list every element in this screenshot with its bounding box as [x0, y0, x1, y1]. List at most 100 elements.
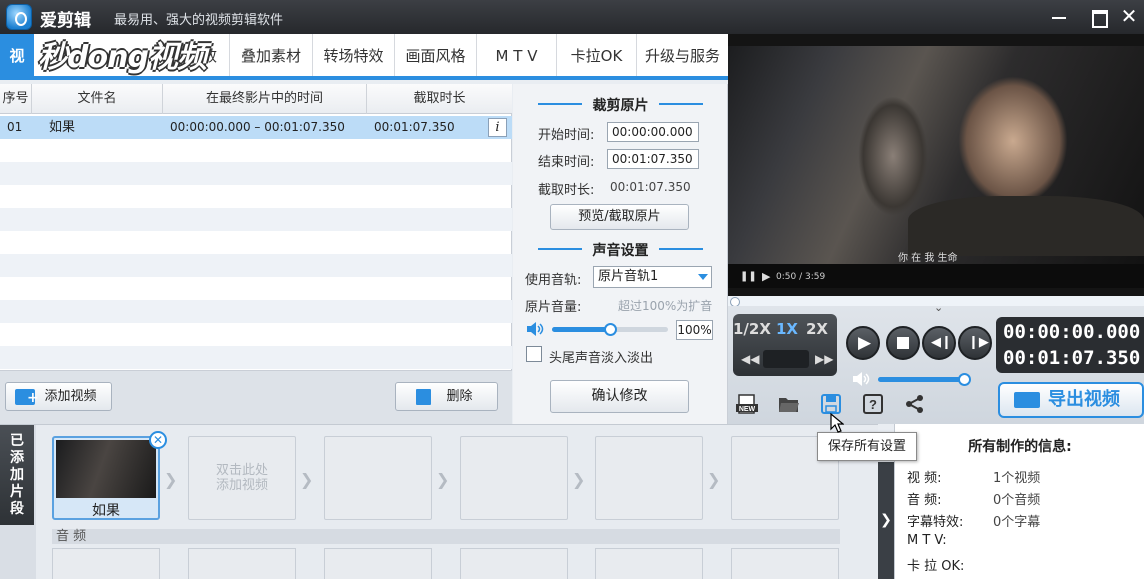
- current-time: 00:00:00.000: [1003, 321, 1141, 343]
- start-time-label: 开始时间:: [538, 128, 595, 143]
- timeline: 已添加片段 如果 ✕ ❯ 双击此处添加视频 ❯ ❯ ❯ ❯ 音 频: [0, 424, 878, 579]
- tab-style[interactable]: 画面风格: [395, 34, 477, 76]
- clip-settings-panel: 裁剪原片 开始时间: 00:00:00.000 结束时间: 00:01:07.3…: [513, 84, 728, 424]
- delete-button[interactable]: 删除: [395, 382, 498, 411]
- speed-double[interactable]: 2X: [806, 320, 828, 338]
- rewind-icon[interactable]: ◀◀: [741, 352, 759, 366]
- play-icon: ▶: [858, 333, 872, 353]
- export-video-button[interactable]: 导出视频: [998, 382, 1144, 418]
- tab-video[interactable]: 视: [0, 34, 34, 76]
- volume-slider-fill: [552, 327, 610, 332]
- volume-slider[interactable]: [552, 323, 668, 336]
- info-panel: 所有制作的信息: 视 频: 1个视频 音 频: 0个音频 字幕特效: 0个字幕 …: [894, 424, 1144, 579]
- player-volume-slider[interactable]: [878, 373, 971, 386]
- share-icon[interactable]: [904, 394, 926, 414]
- chevron-right-icon: ❯: [300, 470, 314, 489]
- remove-clip-icon[interactable]: ✕: [149, 431, 167, 449]
- add-video-button[interactable]: 添加视频: [5, 382, 112, 412]
- audio-slot[interactable]: [460, 548, 568, 579]
- jog-wheel[interactable]: [763, 350, 809, 368]
- end-time-input[interactable]: 00:01:07.350: [607, 149, 699, 169]
- embedded-time: 0:50 / 3:59: [776, 272, 826, 282]
- audio-slot[interactable]: [731, 548, 839, 579]
- video-player: 你 在 我 生命 ❚❚ ▶ 0:50 / 3:59 ⌄ 1/2X 1X 2X ◀…: [728, 34, 1144, 424]
- preview-trim-button[interactable]: 预览/截取原片: [550, 204, 689, 230]
- fade-checkbox[interactable]: [526, 346, 542, 362]
- play-button[interactable]: ▶: [846, 326, 880, 360]
- track-select[interactable]: 原片音轨1: [593, 266, 712, 288]
- stop-button[interactable]: [886, 326, 920, 360]
- speaker-icon[interactable]: [526, 322, 544, 336]
- pause-icon: ❚❚: [740, 271, 757, 282]
- duration-label: 截取时长:: [538, 183, 595, 198]
- empty-row: [0, 300, 512, 323]
- volume-value-input[interactable]: 100%: [676, 320, 713, 340]
- info-panel-toggle[interactable]: ❯: [878, 462, 894, 579]
- timeline-label: 已添加片段: [0, 425, 34, 525]
- col-time[interactable]: 在最终影片中的时间: [163, 84, 367, 114]
- speaker-icon[interactable]: [852, 372, 870, 386]
- audio-slot[interactable]: [324, 548, 432, 579]
- col-index[interactable]: 序号: [0, 84, 32, 114]
- tab-transition[interactable]: 转场特效: [313, 34, 395, 76]
- slot-hint-text: 双击此处添加视频: [215, 463, 268, 493]
- audio-slot[interactable]: [188, 548, 296, 579]
- volume-slider-thumb[interactable]: [604, 323, 617, 336]
- end-time-label: 结束时间:: [538, 155, 595, 170]
- table-row[interactable]: 01 如果 00:00:00.000 – 00:01:07.350 00:01:…: [0, 116, 512, 139]
- empty-clip-slot[interactable]: 双击此处添加视频: [188, 436, 296, 520]
- svg-text:?: ?: [869, 397, 877, 412]
- player-volume-thumb[interactable]: [957, 373, 971, 386]
- delete-label: 删除: [446, 389, 473, 404]
- info-icon[interactable]: i: [488, 118, 507, 137]
- app-subtitle: 最易用、强大的视频剪辑软件: [114, 13, 284, 28]
- duration-value: 00:01:07.350: [610, 180, 691, 194]
- empty-clip-slot[interactable]: [324, 436, 432, 520]
- audio-track-label: 音 频: [52, 529, 840, 544]
- tab-mtv[interactable]: M T V: [477, 34, 557, 76]
- tab-karaoke[interactable]: 卡拉OK: [557, 34, 637, 76]
- stop-icon: [897, 337, 909, 349]
- prev-frame-button[interactable]: ◀❙: [922, 326, 956, 360]
- minimize-icon[interactable]: [1044, 4, 1074, 30]
- new-project-text: NEW: [739, 406, 756, 413]
- app-logo-icon: [6, 4, 32, 30]
- audio-section-title: 声音设置: [592, 243, 649, 259]
- empty-clip-slot[interactable]: [595, 436, 703, 520]
- empty-row: [0, 208, 512, 231]
- speed-half[interactable]: 1/2X: [733, 320, 771, 338]
- row-filename: 如果: [49, 120, 76, 135]
- close-icon[interactable]: ✕: [1114, 4, 1144, 30]
- timeline-clip[interactable]: 如果 ✕: [52, 431, 167, 520]
- info-label: 视 频:: [907, 471, 942, 486]
- col-duration[interactable]: 截取时长: [367, 84, 512, 114]
- forward-icon[interactable]: ▶▶: [815, 352, 833, 366]
- row-range: 00:00:00.000 – 00:01:07.350: [170, 120, 345, 134]
- divider: [659, 248, 703, 250]
- save-icon[interactable]: [820, 394, 842, 414]
- collapse-chevron-icon[interactable]: ⌄: [934, 301, 943, 314]
- tab-overlay[interactable]: 叠加素材: [230, 34, 313, 76]
- info-label: 卡 拉 OK:: [907, 559, 965, 574]
- mouse-cursor-icon: [830, 413, 844, 433]
- speed-normal[interactable]: 1X: [776, 320, 798, 338]
- audio-slot[interactable]: [52, 548, 160, 579]
- time-display: 00:00:00.000 00:01:07.350: [996, 317, 1144, 373]
- track-select-value: 原片音轨1: [598, 269, 659, 284]
- new-project-icon[interactable]: NEW: [736, 394, 758, 414]
- confirm-button[interactable]: 确认修改: [550, 380, 689, 413]
- help-icon[interactable]: ?: [862, 394, 884, 414]
- tab-upgrade[interactable]: 升级与服务: [637, 34, 728, 76]
- start-time-input[interactable]: 00:00:00.000: [607, 122, 699, 142]
- col-filename[interactable]: 文件名: [32, 84, 163, 114]
- audio-slot[interactable]: [595, 548, 703, 579]
- video-frame[interactable]: 你 在 我 生命 ❚❚ ▶ 0:50 / 3:59: [728, 46, 1144, 288]
- empty-clip-slot[interactable]: [460, 436, 568, 520]
- info-label: M T V:: [907, 533, 947, 548]
- fade-label: 头尾声音淡入淡出: [549, 351, 654, 366]
- next-frame-button[interactable]: ❙▶: [958, 326, 992, 360]
- app-title: 爱剪辑: [40, 11, 91, 31]
- row-index: 01: [7, 120, 23, 134]
- maximize-icon[interactable]: [1084, 4, 1114, 30]
- open-folder-icon[interactable]: [778, 394, 800, 414]
